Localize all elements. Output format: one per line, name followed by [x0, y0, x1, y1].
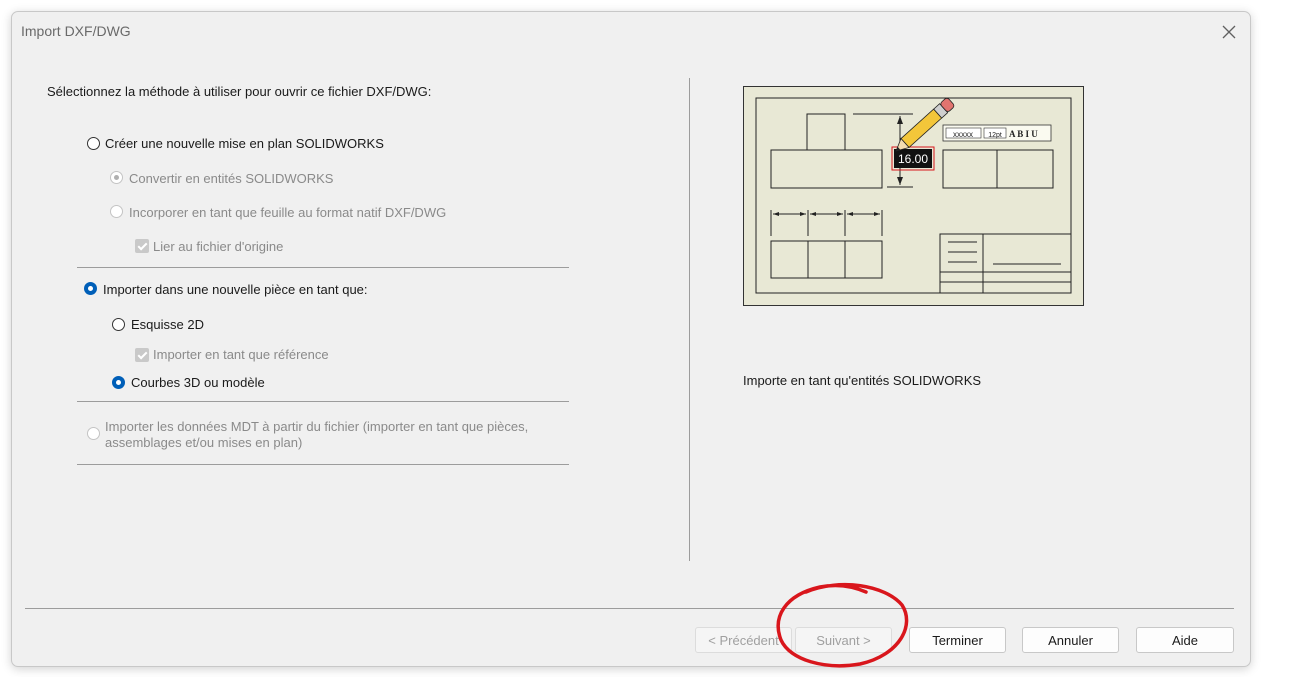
method-prompt: Sélectionnez la méthode à utiliser pour … — [47, 84, 432, 99]
import-reference-label: Importer en tant que référence — [153, 347, 329, 362]
new-part-radio[interactable] — [84, 282, 97, 295]
sketch-2d-label[interactable]: Esquisse 2D — [131, 317, 204, 332]
convert-entities-radio — [110, 171, 123, 184]
finish-button[interactable]: Terminer — [909, 627, 1006, 653]
back-button[interactable]: < Précédent — [695, 627, 792, 653]
vertical-divider — [689, 78, 690, 561]
close-icon[interactable] — [1216, 21, 1242, 43]
sketch-2d-radio[interactable] — [112, 318, 125, 331]
window-title: Import DXF/DWG — [21, 23, 131, 39]
curves-3d-label[interactable]: Courbes 3D ou modèle — [131, 375, 265, 390]
title-bar: Import DXF/DWG — [12, 12, 1250, 50]
preview-image: 16.00 xxxxx 12pt A B I U — [743, 86, 1085, 311]
option-separator — [77, 464, 569, 465]
next-button[interactable]: Suivant > — [795, 627, 892, 653]
mdt-import-radio — [87, 427, 100, 440]
curves-3d-radio[interactable] — [112, 376, 125, 389]
embed-native-label: Incorporer en tant que feuille au format… — [129, 205, 447, 220]
cancel-button[interactable]: Annuler — [1022, 627, 1119, 653]
new-drawing-label[interactable]: Créer une nouvelle mise en plan SOLIDWOR… — [105, 136, 384, 151]
dimension-value: 16.00 — [898, 152, 928, 166]
toolbar-font-size: 12pt — [988, 132, 1002, 139]
import-reference-checkbox — [135, 348, 149, 362]
new-drawing-radio[interactable] — [87, 137, 100, 150]
link-original-checkbox — [135, 239, 149, 253]
mdt-import-label-line2: assemblages et/ou mises en plan) — [105, 435, 303, 450]
footer-separator — [25, 608, 1234, 609]
link-original-label: Lier au fichier d'origine — [153, 239, 284, 254]
convert-entities-label: Convertir en entités SOLIDWORKS — [129, 171, 334, 186]
toolbar-text-sample: xxxxx — [953, 130, 973, 139]
option-separator — [77, 267, 569, 268]
help-button[interactable]: Aide — [1136, 627, 1234, 653]
toolbar-style-buttons: A B I U — [1009, 129, 1038, 139]
new-part-label[interactable]: Importer dans une nouvelle pièce en tant… — [103, 282, 368, 297]
mdt-import-label-line1: Importer les données MDT à partir du fic… — [105, 419, 529, 434]
embed-native-radio — [110, 205, 123, 218]
option-separator — [77, 401, 569, 402]
preview-description: Importe en tant qu'entités SOLIDWORKS — [743, 373, 982, 388]
import-dxf-dwg-dialog: Import DXF/DWG Sélectionnez la méthode à… — [11, 11, 1251, 667]
